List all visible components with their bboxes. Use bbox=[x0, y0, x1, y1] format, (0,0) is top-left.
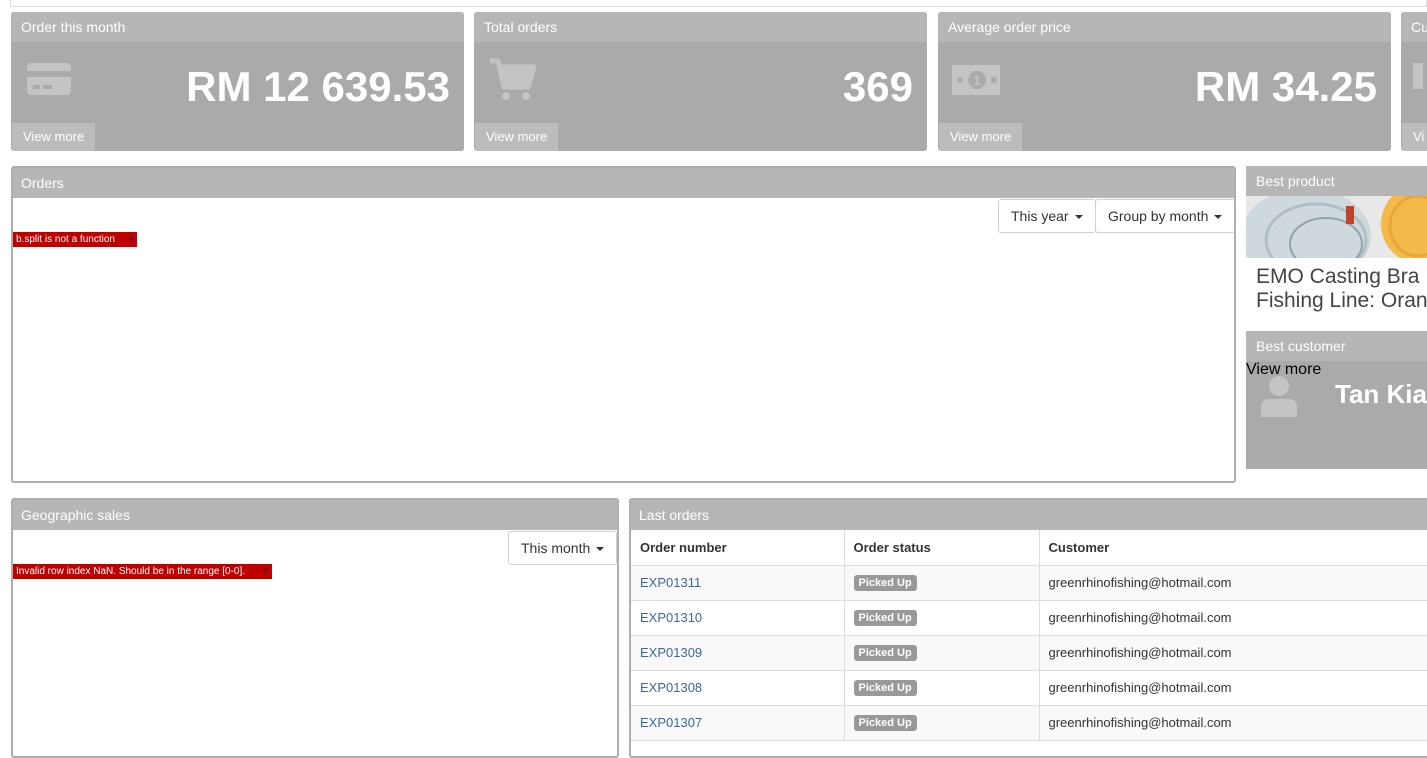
kpi-value: RM 34.25 bbox=[1194, 63, 1377, 110]
chart-error-message: Invalid row index NaN. Should be in the … bbox=[13, 564, 272, 579]
customer-name: Tan Kia bbox=[1335, 379, 1427, 409]
product-name-line-2[interactable]: Fishing Line: Oran bbox=[1256, 289, 1427, 313]
close-icon[interactable]: × bbox=[128, 232, 134, 247]
cart-icon bbox=[490, 58, 536, 100]
table-header-row: Order number Order status Customer bbox=[631, 530, 1427, 566]
order-status-cell: Picked Up bbox=[844, 705, 1040, 741]
customer-cell: greenrhinofishing@hotmail.com bbox=[1039, 565, 1427, 601]
order-link[interactable]: EXP01308 bbox=[640, 680, 702, 695]
kpi-average-order-price: Average order price 1 RM 34.25 View more bbox=[938, 12, 1391, 151]
geographic-sales-panel: Geographic sales This month Invalid row … bbox=[11, 498, 619, 758]
order-link[interactable]: EXP01311 bbox=[640, 575, 701, 590]
order-number-cell: EXP01309 bbox=[631, 635, 845, 671]
panel-title: Best product bbox=[1246, 166, 1427, 196]
period-dropdown-label: This year bbox=[1011, 208, 1069, 224]
table-row[interactable]: EXP01307 Picked Up greenrhinofishing@hot… bbox=[631, 705, 1427, 741]
period-dropdown[interactable]: This month bbox=[508, 531, 617, 565]
order-status-cell: Picked Up bbox=[844, 670, 1040, 706]
column-header[interactable]: Customer bbox=[1039, 530, 1427, 566]
status-badge: Picked Up bbox=[853, 715, 917, 731]
cart-icon bbox=[1413, 63, 1423, 89]
caret-down-icon bbox=[596, 547, 605, 552]
chart-error-message: b.split is not a function × bbox=[13, 232, 137, 247]
period-dropdown[interactable]: This year bbox=[998, 199, 1096, 233]
user-icon bbox=[1261, 376, 1297, 417]
kpi-title: Average order price bbox=[938, 12, 1391, 42]
panel-title: Orders bbox=[13, 168, 1234, 198]
order-status-cell: Picked Up bbox=[844, 635, 1040, 671]
orders-panel: Orders This year Group by month b.split … bbox=[11, 166, 1236, 483]
panel-title: Best customer bbox=[1246, 331, 1427, 361]
group-dropdown[interactable]: Group by month bbox=[1095, 199, 1234, 233]
credit-card-icon bbox=[27, 63, 71, 95]
view-more-link[interactable]: View more bbox=[939, 123, 1023, 151]
customer-cell: greenrhinofishing@hotmail.com bbox=[1039, 705, 1427, 741]
group-dropdown-label: Group by month bbox=[1108, 208, 1209, 224]
kpi-cut-off: Cu Vi bbox=[1401, 12, 1427, 151]
table-row[interactable]: EXP01310 Picked Up greenrhinofishing@hot… bbox=[631, 600, 1427, 636]
view-more-link[interactable]: Vi bbox=[1402, 123, 1427, 151]
caret-down-icon bbox=[1074, 215, 1083, 220]
order-link[interactable]: EXP01310 bbox=[640, 610, 702, 625]
order-link[interactable]: EXP01307 bbox=[640, 715, 702, 730]
status-badge: Picked Up bbox=[853, 645, 917, 661]
customer-cell: greenrhinofishing@hotmail.com bbox=[1039, 600, 1427, 636]
caret-down-icon bbox=[1214, 215, 1223, 220]
view-more-link[interactable]: View more bbox=[475, 123, 559, 151]
product-name-line-1[interactable]: EMO Casting Bra bbox=[1256, 265, 1419, 289]
kpi-order-this-month: Order this month RM 12 639.53 View more bbox=[11, 12, 464, 151]
last-orders-table: Order number Order status Customer EXP01… bbox=[631, 530, 1427, 741]
status-badge: Picked Up bbox=[853, 610, 917, 626]
kpi-title: Cu bbox=[1401, 12, 1427, 42]
order-number-cell: EXP01308 bbox=[631, 670, 845, 706]
kpi-total-orders: Total orders 369 View more bbox=[474, 12, 927, 151]
money-icon: 1 bbox=[952, 65, 1000, 95]
customer-cell: greenrhinofishing@hotmail.com bbox=[1039, 635, 1427, 671]
panel-title: Last orders bbox=[631, 500, 1427, 530]
close-icon[interactable]: × bbox=[263, 564, 269, 579]
column-header[interactable]: Order number bbox=[631, 530, 845, 566]
kpi-value: RM 12 639.53 bbox=[186, 63, 450, 110]
order-number-cell: EXP01310 bbox=[631, 600, 845, 636]
product-image[interactable] bbox=[1246, 196, 1427, 258]
order-number-cell: EXP01311 bbox=[631, 565, 845, 601]
top-toolbar-edge bbox=[10, 0, 1427, 7]
kpi-title: Total orders bbox=[474, 12, 927, 42]
best-customer-panel: Best customer Tan Kia View more bbox=[1246, 331, 1427, 469]
best-product-panel: Best product EMO Casting Bra Fishing Lin… bbox=[1246, 166, 1427, 316]
order-number-cell: EXP01307 bbox=[631, 705, 845, 741]
status-badge: Picked Up bbox=[853, 575, 917, 591]
status-badge: Picked Up bbox=[853, 680, 917, 696]
order-status-cell: Picked Up bbox=[844, 600, 1040, 636]
table-row[interactable]: EXP01311 Picked Up greenrhinofishing@hot… bbox=[631, 565, 1427, 601]
customer-cell: greenrhinofishing@hotmail.com bbox=[1039, 670, 1427, 706]
order-link[interactable]: EXP01309 bbox=[640, 645, 702, 660]
panel-title: Geographic sales bbox=[13, 500, 617, 530]
kpi-value: 369 bbox=[842, 63, 913, 110]
table-row[interactable]: EXP01309 Picked Up greenrhinofishing@hot… bbox=[631, 635, 1427, 671]
table-row[interactable]: EXP01308 Picked Up greenrhinofishing@hot… bbox=[631, 670, 1427, 706]
last-orders-panel: Last orders Order number Order status Cu… bbox=[629, 498, 1427, 758]
period-dropdown-label: This month bbox=[521, 540, 591, 556]
error-text: b.split is not a function bbox=[16, 234, 115, 245]
error-text: Invalid row index NaN. Should be in the … bbox=[16, 566, 246, 577]
view-more-link[interactable]: View more bbox=[12, 123, 96, 151]
order-status-cell: Picked Up bbox=[844, 565, 1040, 601]
svg-text:1: 1 bbox=[973, 73, 980, 88]
kpi-title: Order this month bbox=[11, 12, 464, 42]
column-header[interactable]: Order status bbox=[844, 530, 1040, 566]
